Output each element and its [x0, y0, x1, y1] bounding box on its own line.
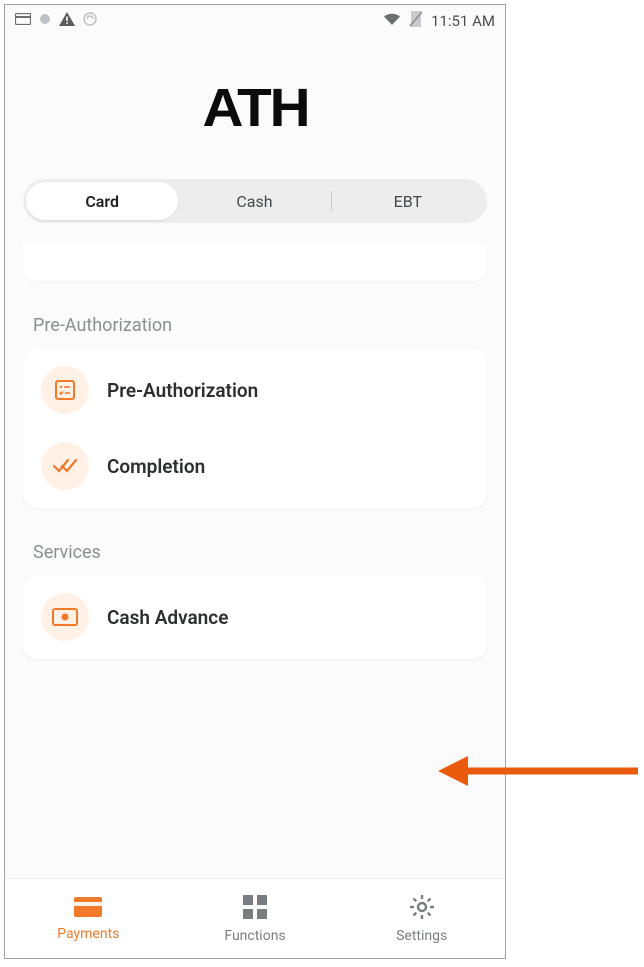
sync-status-icon	[83, 12, 97, 30]
payment-method-tabs: Card Cash EBT	[23, 179, 487, 223]
grid-icon	[242, 894, 268, 924]
nav-payments[interactable]: Payments	[5, 879, 172, 958]
double-check-icon	[41, 442, 89, 490]
services-card: Cash Advance	[23, 575, 487, 659]
card-icon	[73, 896, 103, 922]
tab-cash[interactable]: Cash	[178, 182, 330, 220]
wifi-icon	[383, 12, 401, 30]
checklist-icon	[41, 366, 89, 414]
nav-label: Payments	[57, 926, 119, 942]
content-scroll[interactable]: Pre-Authorization Pre-Authorization Comp…	[5, 243, 505, 659]
section-title-preauth: Pre-Authorization	[33, 315, 505, 336]
preauth-card: Pre-Authorization Completion	[23, 348, 487, 508]
row-pre-authorization[interactable]: Pre-Authorization	[23, 352, 487, 428]
bottom-nav: Payments Functions Settings	[5, 878, 505, 958]
nav-settings[interactable]: Settings	[338, 879, 505, 958]
status-bar: 11:51 AM	[5, 5, 505, 37]
card-status-icon	[15, 13, 31, 29]
row-label: Completion	[107, 455, 205, 478]
tab-card[interactable]: Card	[26, 182, 178, 220]
nav-label: Functions	[224, 928, 285, 944]
row-cash-advance[interactable]: Cash Advance	[23, 579, 487, 655]
no-sim-icon	[409, 11, 423, 31]
previous-card-peek	[23, 243, 487, 281]
ath-logo: ATH	[202, 77, 308, 139]
logo-area: ATH	[5, 37, 505, 169]
row-label: Pre-Authorization	[107, 379, 258, 402]
gear-icon	[409, 894, 435, 924]
nav-functions[interactable]: Functions	[172, 879, 339, 958]
section-title-services: Services	[33, 542, 505, 563]
row-label: Cash Advance	[107, 606, 228, 629]
warning-status-icon	[59, 12, 75, 30]
circle-status-icon	[39, 13, 51, 29]
row-completion[interactable]: Completion	[23, 428, 487, 504]
status-left	[15, 12, 97, 30]
clock: 11:51 AM	[431, 12, 495, 30]
status-right: 11:51 AM	[383, 11, 495, 31]
cash-icon	[41, 593, 89, 641]
tab-ebt[interactable]: EBT	[332, 182, 484, 220]
nav-label: Settings	[396, 928, 447, 944]
app-frame: 11:51 AM ATH Card Cash EBT Pre-Authoriza…	[4, 4, 506, 959]
